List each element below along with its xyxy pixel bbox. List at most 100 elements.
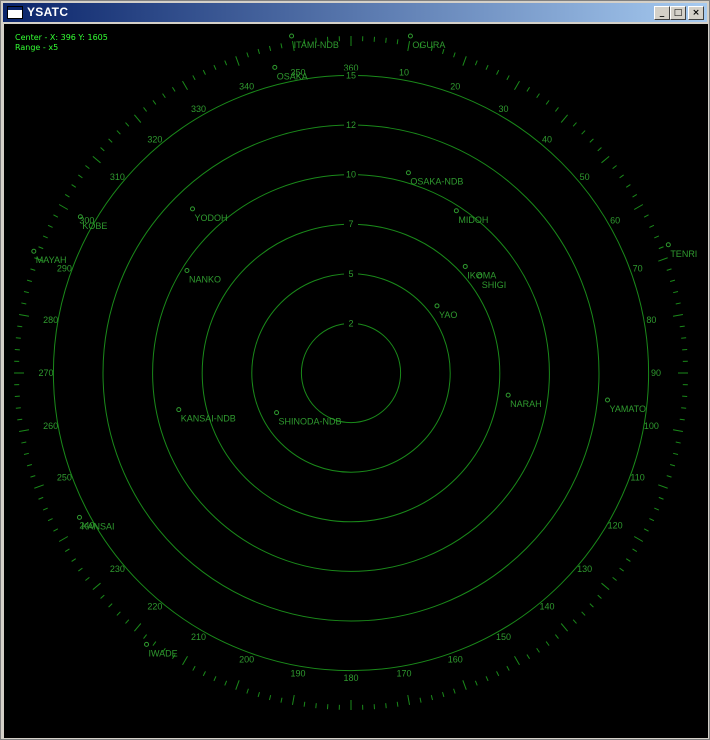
waypoint-marker[interactable] [453,208,459,214]
waypoint-marker[interactable] [31,248,37,254]
compass-tick [26,464,32,467]
compass-tick [601,582,610,591]
bearing-label: 160 [448,655,463,665]
waypoint-marker[interactable] [272,64,278,70]
compass-tick [442,692,445,698]
waypoint-marker[interactable] [274,410,280,416]
compass-tick [280,697,283,703]
bearing-label: 180 [343,673,358,683]
waypoint-marker[interactable] [289,33,295,39]
compass-tick [625,184,631,188]
waypoint-label: SHIGI [482,280,507,290]
compass-tick [133,623,142,632]
compass-tick [224,60,228,66]
range-ring [300,322,402,424]
compass-tick [670,464,676,467]
waypoint-label: MAYAH [36,255,67,265]
compass-tick [246,688,249,694]
compass-tick [555,107,559,112]
compass-tick [71,184,77,188]
bearing-label: 320 [147,134,162,144]
minimize-button[interactable]: _ [654,6,670,20]
range-ring-label: 2 [348,318,353,328]
bearing-label: 150 [496,632,511,642]
range-ring [251,273,451,473]
compass-tick [407,694,411,705]
compass-tick [34,484,44,489]
compass-tick [514,80,520,91]
radar-scope-canvas[interactable]: Center - X: 396 Y: 1605 Range - x5 360 10… [4,24,708,738]
close-button[interactable]: × [688,6,704,20]
bearing-labels: 360 1020304050607080901001101201301401501… [38,63,661,683]
compass-tick [15,407,21,409]
compass-tick [654,507,660,511]
compass-tick [133,114,142,123]
bearing-label: 60 [610,216,620,226]
range-ring [152,174,550,572]
waypoint-label: KANSAI [81,521,114,531]
compass-tick [257,48,260,54]
waypoint-marker[interactable] [405,170,411,176]
compass-tick [192,75,196,81]
compass-tick [672,429,683,433]
waypoint-marker[interactable] [407,33,413,39]
compass-tick [38,246,44,250]
compass-tick [560,114,569,123]
compass-tick [30,268,36,271]
compass-tick [202,671,206,677]
waypoint-label: KOBE [82,221,107,231]
compass-tick [58,204,69,210]
waypoint-marker[interactable] [605,397,611,403]
waypoint-label: OSAKA [277,71,308,81]
compass-tick [485,676,489,682]
compass-tick [462,56,467,66]
range-readout: Range - x5 [15,43,59,52]
compass-tick [257,692,260,698]
bearing-label: 120 [608,521,623,531]
waypoint-label: MIDOH [458,215,488,225]
compass-tick [182,80,188,91]
compass-tick [526,654,531,660]
compass-tick [658,246,664,250]
waypoint-marker[interactable] [144,641,150,647]
compass-tick [17,418,23,421]
compass-tick [572,122,577,127]
compass-tick [545,100,550,105]
range-rings: 2 5 7 10 12 15 [52,70,650,672]
compass-tick [182,655,188,666]
bearing-label: 70 [633,264,643,274]
compass-tick [385,703,387,709]
waypoint-marker[interactable] [434,303,440,309]
radar-scope[interactable]: 360 1020304050607080901001101201301401501… [4,24,708,738]
compass-tick [673,452,679,456]
bearing-label: 230 [110,564,125,574]
compass-tick [21,302,27,305]
app-window-icon[interactable] [7,6,23,19]
compass-tick [17,325,23,328]
compass-tick [453,52,456,58]
compass-tick [419,697,422,703]
waypoint-marker[interactable] [665,242,671,248]
waypoint-marker[interactable] [184,267,190,273]
waypoint-marker[interactable] [190,206,196,212]
waypoint-marker[interactable] [462,263,468,269]
maximize-button[interactable]: □ [670,6,686,20]
compass-tick [315,703,317,709]
title-bar[interactable]: YSATC _ □ × [3,3,707,22]
compass-tick [125,619,130,624]
bearing-label: 110 [630,472,644,482]
waypoint-marker[interactable] [76,514,82,520]
compass-tick [658,496,664,500]
range-ring [52,74,650,672]
compass-tick [162,93,166,99]
waypoint-marker[interactable] [505,392,511,398]
compass-tick [246,52,249,58]
compass-tick [619,174,624,179]
compass-tick [679,325,685,328]
compass-tick [58,536,69,542]
waypoint-label: TENRI [670,249,697,259]
waypoint-marker[interactable] [176,407,182,413]
waypoint-label: YODOH [195,213,228,223]
compass-tick [681,337,687,339]
compass-tick [612,577,617,581]
